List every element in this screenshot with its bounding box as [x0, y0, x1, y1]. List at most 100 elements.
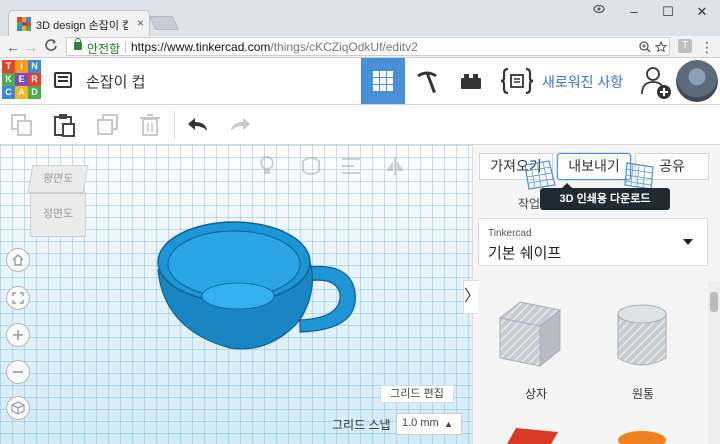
logo-letter: C [2, 86, 15, 99]
avatar[interactable] [676, 60, 718, 102]
lego-bricks-view-button[interactable] [449, 58, 493, 104]
toolbar-divider [174, 111, 175, 139]
light-bulb-icon[interactable] [256, 155, 278, 177]
duplicate-icon[interactable] [96, 113, 120, 137]
logo-letter: T [2, 60, 15, 73]
forward-button[interactable]: → [22, 38, 40, 56]
window-maximize-button[interactable]: ☐ [654, 2, 682, 22]
zoom-out-button[interactable] [6, 360, 30, 384]
browser-toolbar: ← → 안전함 https://www.tinkercad.com/things… [0, 36, 720, 58]
orange-cylinder-shape[interactable] [614, 428, 670, 444]
cup-shape[interactable] [150, 220, 370, 360]
new-tab-button[interactable] [148, 16, 180, 30]
shape-label-cylinder: 원통 [632, 387, 655, 401]
url-path: /things/cKCZiqOdkUf/editv2 [270, 40, 418, 54]
shape-library-name: 기본 쉐이프 [488, 245, 562, 262]
viewcube-top-face[interactable]: 평면도 [27, 165, 89, 193]
minus-icon [13, 371, 23, 373]
code-braces-icon [500, 67, 534, 95]
app-header: T I N K E R C A D 손잡이 컵 새로워진 사항 [0, 58, 720, 105]
browser-titlebar: 3D design 손잡이 컵 | Ti × – ☐ ✕ [0, 0, 720, 36]
design-title[interactable]: 손잡이 컵 [86, 71, 145, 92]
shape-grid [478, 282, 708, 444]
whats-new-link[interactable]: 새로워진 사항 [542, 72, 623, 92]
shape-library-source: Tinkercad [488, 228, 532, 239]
shape-label-box: 상자 [525, 387, 548, 401]
shape-panel-scrollbar[interactable] [708, 282, 720, 444]
logo-letter: E [15, 73, 28, 86]
collapse-panel-button[interactable]: 〉 [463, 280, 480, 314]
workplane-sublabel: 작업 [518, 197, 541, 211]
cube-icon [11, 401, 25, 415]
profile-icon[interactable] [592, 4, 606, 14]
dropdown-caret-icon [683, 239, 693, 245]
perspective-toggle-button[interactable] [6, 396, 30, 420]
pickaxe-icon [417, 71, 437, 93]
delete-trash-icon[interactable] [138, 113, 162, 137]
logo-letter: I [15, 60, 28, 73]
export-grid-graphic [524, 160, 556, 190]
design-list-icon[interactable] [54, 72, 72, 88]
caret-up-icon: ▲ [444, 419, 453, 429]
logo-letter: A [15, 86, 28, 99]
paste-icon[interactable] [52, 113, 76, 137]
logo-letter: N [28, 60, 41, 73]
tab-title: 3D design 손잡이 컵 | Ti [36, 20, 128, 32]
red-box-shape[interactable] [502, 426, 562, 444]
undo-icon[interactable] [186, 113, 210, 137]
snap-grid-value: 1.0 mm [402, 417, 439, 429]
tinkercad-logo[interactable]: T I N K E R C A D [2, 60, 41, 99]
shape-library-select[interactable]: Tinkercad 기본 쉐이프 [478, 218, 708, 266]
workplane[interactable]: 평면도 정면도 그리드 편집 그리드 스냅 1.0 mm ▲ [0, 145, 472, 444]
logo-letter: K [2, 73, 15, 86]
reload-button[interactable] [42, 38, 60, 56]
redo-icon[interactable] [228, 113, 252, 137]
browser-menu-icon[interactable]: ⋮ [698, 38, 716, 56]
grid-icon [373, 71, 393, 91]
browser-tab[interactable]: 3D design 손잡이 컵 | Ti × [8, 10, 150, 36]
url-host: https://www.tinkercad.com [131, 40, 271, 54]
viewcube-front-face[interactable]: 정면도 [30, 193, 86, 237]
codeblocks-view-button[interactable] [495, 58, 539, 104]
divider [125, 41, 126, 53]
fit-to-view-icon [12, 292, 24, 304]
add-user-icon [641, 67, 671, 99]
tab-close-icon[interactable]: × [137, 16, 144, 30]
group-shape-icon[interactable] [300, 155, 322, 177]
add-user-button[interactable] [640, 64, 672, 100]
snap-grid-select[interactable]: 1.0 mm ▲ [396, 413, 462, 435]
share-grid-graphic [624, 162, 654, 190]
fit-view-button[interactable] [6, 286, 30, 310]
plus-icon [13, 330, 23, 340]
window-close-button[interactable]: ✕ [688, 2, 716, 22]
brick-icon [461, 74, 481, 89]
window-minimize-button[interactable]: – [620, 2, 648, 22]
export-button[interactable]: 내보내기 [557, 153, 631, 180]
edit-grid-button[interactable]: 그리드 편집 [380, 385, 454, 403]
minecraft-view-button[interactable] [405, 58, 449, 104]
zoom-in-button[interactable] [6, 323, 30, 347]
logo-letter: R [28, 73, 41, 86]
3d-design-view-button[interactable] [361, 58, 405, 104]
edit-toolbar [0, 105, 720, 145]
secure-label: 안전함 [87, 42, 121, 56]
copy-icon[interactable] [10, 113, 34, 137]
home-icon [12, 254, 24, 266]
url-text: https://www.tinkercad.com/things/cKCZiqO… [131, 40, 418, 54]
align-icon[interactable] [340, 155, 362, 177]
cylinder-shape[interactable] [614, 302, 670, 372]
box-shape[interactable] [498, 300, 562, 370]
home-view-button[interactable] [6, 248, 30, 272]
scrollbar-thumb[interactable] [710, 292, 718, 312]
extension-icon[interactable]: T [678, 39, 692, 53]
view-cube[interactable]: 평면도 정면도 [26, 165, 89, 239]
logo-letter: D [28, 86, 41, 99]
zoom-icon[interactable] [639, 41, 651, 53]
bookmark-star-icon[interactable] [655, 41, 667, 53]
tinkercad-favicon [17, 17, 31, 31]
flip-mirror-icon[interactable] [384, 155, 406, 177]
reload-icon [45, 39, 57, 51]
lock-icon [74, 38, 82, 50]
address-bar[interactable]: 안전함 https://www.tinkercad.com/things/cKC… [66, 37, 670, 56]
back-button[interactable]: ← [4, 38, 22, 56]
